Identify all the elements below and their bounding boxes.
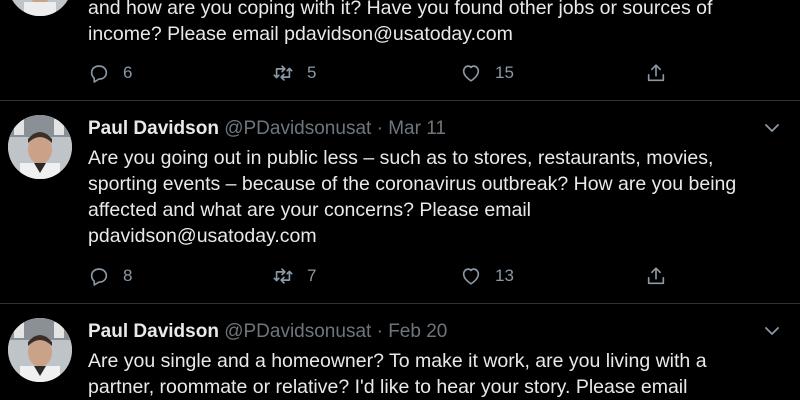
author-handle[interactable]: @PDavidsonusat <box>224 321 371 342</box>
chevron-down-icon[interactable] <box>762 118 782 138</box>
reply-count: 8 <box>123 266 133 285</box>
tweet-1[interactable]: Paul Davidson @PDavidsonusat · Mar 11 Ar… <box>0 101 800 303</box>
retweet-button[interactable]: 7 <box>272 265 316 287</box>
retweet-button[interactable]: 5 <box>272 62 316 84</box>
retweet-count: 7 <box>307 266 317 285</box>
tweet-text: Are you going out in public less – such … <box>88 147 737 247</box>
share-button[interactable] <box>645 265 667 287</box>
reply-button[interactable]: 6 <box>88 62 132 84</box>
meta-separator: · <box>376 321 383 342</box>
avatar[interactable] <box>8 0 72 16</box>
reply-icon <box>90 268 108 286</box>
like-button[interactable]: 13 <box>460 265 514 287</box>
share-button[interactable] <box>645 62 667 84</box>
tweet-0[interactable]: and how are you coping with it? Have you… <box>0 0 800 100</box>
share-icon <box>647 267 665 285</box>
tweet-date[interactable]: Feb 20 <box>388 321 447 342</box>
author-name[interactable]: Paul Davidson <box>88 321 219 342</box>
tweet-text: Are you single and a homeowner? To make … <box>88 350 707 398</box>
avatar-image <box>8 318 72 382</box>
like-count: 13 <box>495 266 514 285</box>
reply-button[interactable]: 8 <box>88 265 132 287</box>
avatar-image <box>8 0 72 16</box>
tweet-text: and how are you coping with it? Have you… <box>88 0 713 45</box>
author-name[interactable]: Paul Davidson <box>88 118 219 139</box>
avatar[interactable] <box>8 318 72 382</box>
reply-count: 6 <box>123 63 133 82</box>
share-icon <box>647 64 665 82</box>
avatar-image <box>8 115 72 179</box>
retweet-icon <box>273 65 293 81</box>
like-icon <box>462 65 480 82</box>
meta-separator: · <box>376 118 383 139</box>
author-handle[interactable]: @PDavidsonusat <box>224 118 371 139</box>
reply-icon <box>90 65 108 83</box>
tweet-date[interactable]: Mar 11 <box>388 118 446 139</box>
retweet-count: 5 <box>307 63 317 82</box>
chevron-down-icon[interactable] <box>762 321 782 341</box>
retweet-icon <box>273 268 293 284</box>
like-button[interactable]: 15 <box>460 62 514 84</box>
tweet-2[interactable]: Paul Davidson @PDavidsonusat · Feb 20 Ar… <box>0 304 800 400</box>
like-count: 15 <box>495 63 514 82</box>
avatar[interactable] <box>8 115 72 179</box>
like-icon <box>462 268 480 285</box>
